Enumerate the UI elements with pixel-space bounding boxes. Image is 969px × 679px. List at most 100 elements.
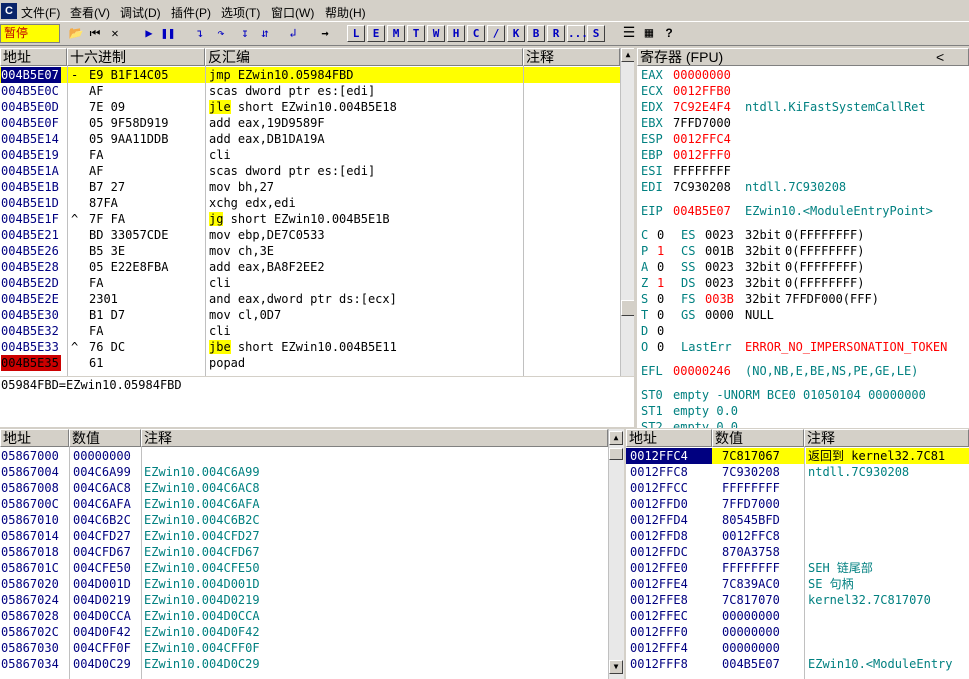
dump-address[interactable]: 05867020	[1, 576, 59, 592]
disasm-row[interactable]: 004B5E35 61 popad	[0, 355, 620, 371]
segment-value[interactable]: 0023	[705, 259, 734, 275]
toolbar-handles-button[interactable]: H	[447, 25, 465, 42]
scroll-down-icon[interactable]: ▼	[609, 660, 623, 674]
disasm-row[interactable]: 004B5E1F ^ 7F FA jg short EZwin10.004B5E1B	[0, 211, 620, 227]
segment-value[interactable]: 0000	[705, 307, 734, 323]
stack-row[interactable]: 0012FFCC FFFFFFFF	[626, 480, 969, 496]
stack-address[interactable]: 0012FFD0	[626, 496, 712, 512]
menu-window[interactable]: 窗口(W)	[271, 4, 314, 21]
dump-address[interactable]: 0586700C	[1, 496, 59, 512]
dump-scrollbar[interactable]: ▲ ▼	[608, 429, 624, 679]
dump-value[interactable]: 004CFE50	[73, 560, 131, 576]
stack-address[interactable]: 0012FFC8	[626, 464, 712, 480]
stack-value[interactable]: 7C930208	[712, 464, 804, 480]
row-address[interactable]: 004B5E33	[1, 339, 59, 355]
toolbar-callstack-button[interactable]: K	[507, 25, 525, 42]
stack-row[interactable]: 0012FFF8 004B5E07 EZwin10.<ModuleEntry	[626, 656, 969, 672]
menu-options[interactable]: 选项(T)	[221, 4, 260, 21]
dump-row[interactable]: 05867034 004D0C29 EZwin10.004D0C29	[0, 656, 608, 672]
stack-row[interactable]: 0012FFF4 00000000	[626, 640, 969, 656]
disassembly-pane[interactable]: 地址 十六进制 反汇编 注释 004B5E07- E9 B1F14C05 jmp E…	[0, 48, 634, 376]
disasm-row[interactable]: 004B5E2D FA cli	[0, 275, 620, 291]
stack-value[interactable]: 00000000	[712, 608, 804, 624]
register-value[interactable]: FFFFFFFF	[673, 163, 731, 179]
disasm-row[interactable]: 004B5E30 B1 D7 mov cl,0D7	[0, 307, 620, 323]
stack-row[interactable]: 0012FFC4 7C817067 返回到 kernel32.7C81	[626, 448, 969, 464]
stack-address[interactable]: 0012FFF4	[626, 640, 712, 656]
row-address[interactable]: 004B5E35	[1, 355, 61, 371]
run-icon[interactable]: ▶	[140, 25, 158, 42]
stack-row[interactable]: 0012FFD0 7FFD7000	[626, 496, 969, 512]
scroll-thumb[interactable]	[609, 448, 623, 460]
trace-into-icon[interactable]: ↧	[236, 25, 254, 42]
row-address[interactable]: 004B5E1D	[1, 195, 59, 211]
row-address[interactable]: 004B5E32	[1, 323, 59, 339]
dump-value[interactable]: 004C6AFA	[73, 496, 131, 512]
close-icon[interactable]: ✕	[106, 25, 124, 42]
toolbar-memory-button[interactable]: M	[387, 25, 405, 42]
disasm-row[interactable]: 004B5E07- E9 B1F14C05 jmp EZwin10.05984FBD	[0, 67, 620, 83]
disasm-row[interactable]: 004B5E19 FA cli	[0, 147, 620, 163]
dump-value[interactable]: 00000000	[73, 448, 131, 464]
dump-value[interactable]: 004D0F42	[73, 624, 131, 640]
stack-address[interactable]: 0012FFF8	[626, 656, 712, 672]
dump-address[interactable]: 05867028	[1, 608, 59, 624]
menu-help[interactable]: 帮助(H)	[325, 4, 366, 21]
toolbar-log-button[interactable]: L	[347, 25, 365, 42]
menu-view[interactable]: 查看(V)	[70, 4, 110, 21]
dump-row[interactable]: 05867020 004D001D EZwin10.004D001D	[0, 576, 608, 592]
trace-over-icon[interactable]: ⇵	[256, 25, 274, 42]
dump-value[interactable]: 004D0CCA	[73, 608, 131, 624]
register-value[interactable]: 004B5E07	[673, 203, 731, 219]
stack-header-comment[interactable]: 注释	[804, 429, 969, 447]
dump-header-address[interactable]: 地址	[0, 429, 69, 447]
register-value[interactable]: 00000000	[673, 67, 731, 83]
register-value[interactable]: 00000246	[673, 363, 731, 379]
list-icon[interactable]: ☰	[620, 25, 638, 42]
dump-value[interactable]: 004CFD27	[73, 528, 131, 544]
stack-value[interactable]: 80545BFD	[712, 512, 804, 528]
stack-row[interactable]: 0012FFE4 7C839AC0 SE 句柄	[626, 576, 969, 592]
disasm-row[interactable]: 004B5E0F 05 9F58D919 add eax,19D9589F	[0, 115, 620, 131]
stack-value[interactable]: FFFFFFFF	[712, 480, 804, 496]
flag-value[interactable]: 1	[657, 275, 664, 291]
col-header-address[interactable]: 地址	[0, 48, 67, 66]
stack-value[interactable]: 0012FFC8	[712, 528, 804, 544]
row-address[interactable]: 004B5E0D	[1, 99, 59, 115]
stack-address[interactable]: 0012FFE0	[626, 560, 712, 576]
row-address[interactable]: 004B5E30	[1, 307, 59, 323]
toolbar-patches-button[interactable]: /	[487, 25, 505, 42]
segment-value[interactable]: 0023	[705, 227, 734, 243]
dump-row[interactable]: 05867014 004CFD27 EZwin10.004CFD27	[0, 528, 608, 544]
disasm-row[interactable]: 004B5E33 ^ 76 DC jbe short EZwin10.004B5E11	[0, 339, 620, 355]
dump-value[interactable]: 004D001D	[73, 576, 131, 592]
disasm-row[interactable]: 004B5E1D 87FA xchg edx,edi	[0, 195, 620, 211]
disasm-row[interactable]: 004B5E26 B5 3E mov ch,3E	[0, 243, 620, 259]
stack-value[interactable]: 004B5E07	[712, 656, 804, 672]
col-header-comment[interactable]: 注释	[523, 48, 620, 66]
stack-value[interactable]: 870A3758	[712, 544, 804, 560]
stack-address[interactable]: 0012FFF0	[626, 624, 712, 640]
row-address[interactable]: 004B5E14	[1, 131, 59, 147]
flag-value[interactable]: 0	[657, 291, 664, 307]
register-value[interactable]: 0012FFC4	[673, 131, 731, 147]
stack-address[interactable]: 0012FFEC	[626, 608, 712, 624]
dump-row[interactable]: 05867000 00000000	[0, 448, 608, 464]
disasm-row[interactable]: 004B5E28 05 E22E8FBA add eax,BA8F2EE2	[0, 259, 620, 275]
disasm-row[interactable]: 004B5E14 05 9AA11DDB add eax,DB1DA19A	[0, 131, 620, 147]
stack-header-address[interactable]: 地址	[626, 429, 712, 447]
pause-icon[interactable]: ❚❚	[159, 25, 177, 42]
row-address[interactable]: 004B5E1A	[1, 163, 59, 179]
dump-value[interactable]: 004D0C29	[73, 656, 131, 672]
toolbar-breakpoints-button[interactable]: B	[527, 25, 545, 42]
dump-value[interactable]: 004CFF0F	[73, 640, 131, 656]
row-address[interactable]: 004B5E21	[1, 227, 59, 243]
dump-row[interactable]: 0586701C 004CFE50 EZwin10.004CFE50	[0, 560, 608, 576]
stack-value[interactable]: 7FFD7000	[712, 496, 804, 512]
scroll-up-icon[interactable]: ▲	[609, 431, 623, 445]
step-into-icon[interactable]: ↴	[191, 25, 209, 42]
dump-address[interactable]: 05867000	[1, 448, 59, 464]
flag-value[interactable]: 1	[657, 243, 664, 259]
stack-address[interactable]: 0012FFCC	[626, 480, 712, 496]
row-address[interactable]: 004B5E2E	[1, 291, 59, 307]
